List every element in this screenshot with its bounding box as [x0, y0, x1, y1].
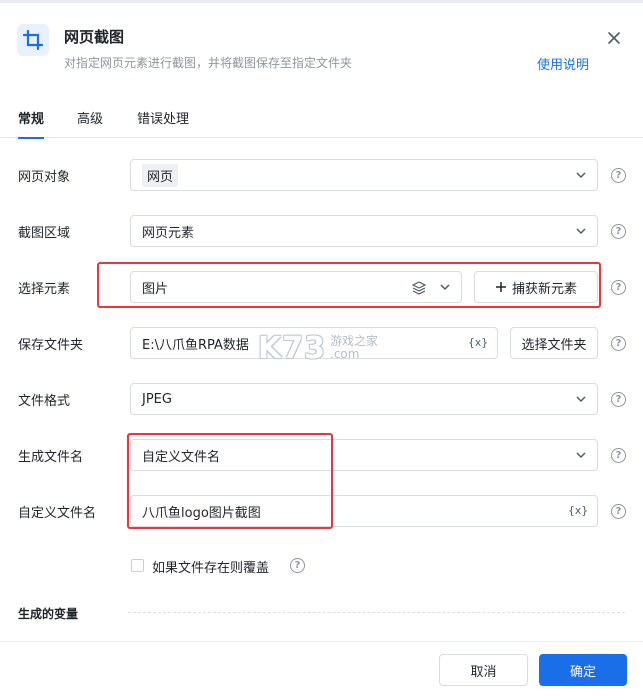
cancel-button[interactable]: 取消 [439, 654, 528, 686]
help-icon[interactable]: ? [611, 504, 626, 519]
help-icon[interactable]: ? [611, 336, 626, 351]
generated-variables-title: 生成的变量 [18, 607, 79, 621]
file-format-select[interactable]: JPEG [130, 383, 598, 415]
tab-advanced[interactable]: 高级 [77, 108, 103, 138]
footer-divider [0, 641, 643, 642]
help-icon[interactable]: ? [611, 392, 626, 407]
chevron-down-icon [576, 396, 586, 403]
layers-icon[interactable] [411, 280, 427, 296]
chevron-down-icon [576, 172, 586, 179]
help-link[interactable]: 使用说明 [537, 54, 589, 73]
save-folder-input[interactable]: E:\八爪鱼RPA数据 {x} [130, 327, 498, 359]
tab-general[interactable]: 常规 [18, 108, 45, 139]
overwrite-label: 如果文件存在则覆盖 [152, 561, 270, 576]
variable-icon[interactable]: {x} [468, 336, 488, 349]
filename-mode-label: 生成文件名 [18, 450, 84, 465]
dialog-subtitle: 对指定网页元素进行截图，并将截图保存至指定文件夹 [64, 56, 353, 70]
chevron-down-icon [576, 228, 586, 235]
chevron-down-icon [440, 284, 450, 291]
capture-new-element-label: 捕获新元素 [511, 281, 577, 297]
capture-new-element-button[interactable]: 捕获新元素 [474, 271, 598, 303]
capture-area-value: 网页元素 [142, 225, 195, 241]
variable-icon[interactable]: {x} [568, 504, 588, 517]
select-element-label: 选择元素 [18, 282, 71, 297]
crop-icon [17, 24, 49, 56]
save-folder-label: 保存文件夹 [18, 338, 84, 353]
help-icon[interactable]: ? [290, 558, 305, 573]
select-element-select[interactable]: 图片 [130, 271, 462, 303]
top-strip [0, 0, 643, 3]
help-icon[interactable]: ? [611, 280, 626, 295]
web-object-select[interactable]: 网页 [130, 159, 598, 191]
section-divider [128, 612, 625, 613]
plus-icon [495, 282, 506, 292]
help-icon[interactable]: ? [611, 448, 626, 463]
close-icon [608, 32, 620, 44]
custom-filename-input[interactable]: 八爪鱼logo图片截图 {x} [130, 495, 598, 527]
filename-mode-select[interactable]: 自定义文件名 [130, 439, 598, 471]
close-button[interactable] [604, 28, 624, 48]
custom-filename-value: 八爪鱼logo图片截图 [142, 505, 261, 521]
dialog-title: 网页截图 [64, 28, 125, 46]
chevron-down-icon [576, 452, 586, 459]
capture-area-label: 截图区域 [18, 226, 71, 241]
tab-bar: 常规 高级 错误处理 [0, 108, 643, 139]
select-element-value: 图片 [142, 281, 169, 297]
filename-mode-value: 自定义文件名 [142, 449, 221, 465]
save-folder-value: E:\八爪鱼RPA数据 [142, 337, 249, 353]
help-icon[interactable]: ? [611, 168, 626, 183]
help-icon[interactable]: ? [611, 224, 626, 239]
file-format-value: JPEG [142, 391, 172, 407]
choose-folder-button[interactable]: 选择文件夹 [510, 327, 598, 359]
web-object-chip: 网页 [142, 163, 179, 187]
custom-filename-label: 自定义文件名 [18, 506, 97, 521]
tab-error-handling[interactable]: 错误处理 [137, 108, 189, 138]
web-object-label: 网页对象 [18, 170, 71, 185]
overwrite-checkbox[interactable] [131, 559, 144, 572]
file-format-label: 文件格式 [18, 394, 71, 409]
capture-area-select[interactable]: 网页元素 [130, 215, 598, 247]
confirm-button[interactable]: 确定 [539, 654, 627, 686]
